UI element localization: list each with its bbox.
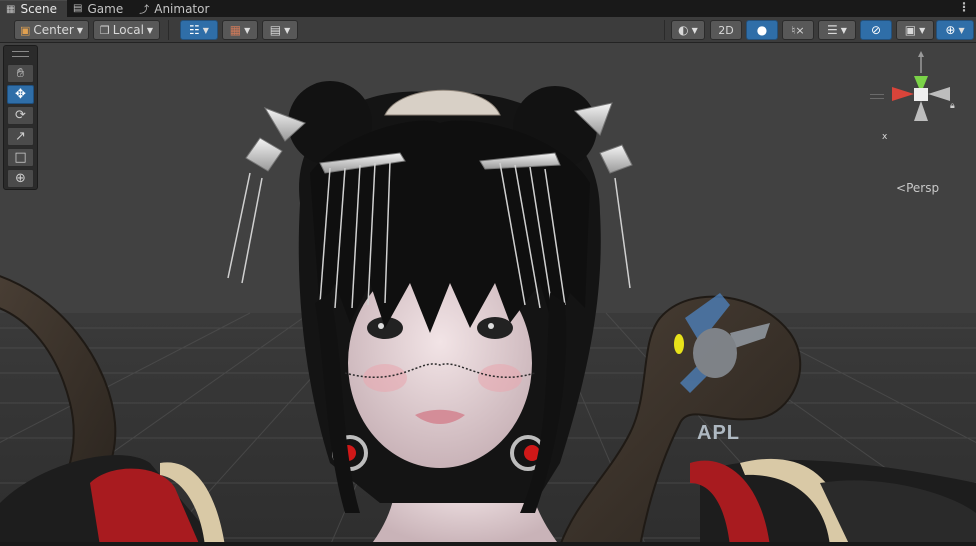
scene-toolbar: ▣ Center ▼ ❒ Local ▼ ☷ ▼ ▦ ▼ ▤ ▼ ◐ ▼ 2D … [0, 17, 976, 43]
hand-tool-button[interactable]: ✋︎ [7, 64, 34, 83]
transform-icon: ⊕ [15, 171, 26, 186]
gizmo-x-axis[interactable] [892, 87, 914, 101]
tab-game-label: Game [87, 1, 124, 16]
pivot-icon: ▣ [20, 23, 31, 37]
view-2d-label: 2D [718, 23, 734, 37]
chevron-down-icon: ▼ [840, 25, 847, 35]
snap-increment-button[interactable]: ▦ ▼ [222, 20, 258, 40]
light-bulb-icon: ● [756, 23, 768, 37]
view-2d-toggle[interactable]: 2D [710, 20, 742, 40]
tab-animator[interactable]: ⤴ Animator [133, 0, 219, 17]
pivot-mode-dropdown[interactable]: ▣ Center ▼ [14, 20, 89, 40]
effects-layers-icon: ☰ [827, 23, 838, 37]
tab-game[interactable]: ▤ Game [67, 0, 133, 17]
gizmo-overlay-grip[interactable] [870, 94, 884, 99]
projection-toggle[interactable]: <Persp [896, 181, 939, 195]
chevron-down-icon: ▼ [76, 25, 83, 35]
gizmo-center-cube[interactable] [914, 88, 928, 101]
effects-dropdown[interactable]: ☰ ▼ [818, 20, 856, 40]
camera-icon: ▣ [904, 23, 917, 37]
gizmo-x-label: x [882, 132, 888, 142]
tab-animator-label: Animator [154, 1, 210, 16]
gamepad-icon: ▤ [73, 3, 83, 14]
gizmo-globe-icon: ⊕ [945, 23, 956, 37]
grid-snap-button[interactable]: ☷ ▼ [180, 20, 218, 40]
pivot-space-dropdown[interactable]: ❒ Local ▼ [93, 20, 160, 40]
audio-toggle[interactable]: ♮× [782, 20, 814, 40]
toolbar-divider [168, 20, 169, 40]
gizmo-neg-x-axis[interactable] [928, 87, 950, 101]
scene-render [0, 51, 976, 546]
tab-scene[interactable]: ▦ Scene [0, 0, 68, 17]
chevron-down-icon: ▼ [919, 25, 926, 35]
chevron-down-icon: ▼ [284, 25, 291, 35]
bottom-border [0, 542, 976, 546]
gizmo-neg-y-axis[interactable] [914, 101, 928, 121]
draw-mode-dropdown[interactable]: ◐ ▼ [671, 20, 705, 40]
scale-icon: ↗ [15, 129, 26, 144]
tab-menu-button[interactable]: ⋮ [958, 0, 970, 17]
animator-icon: ⤴ [139, 5, 150, 16]
shading-sphere-icon: ◐ [678, 23, 689, 37]
grid-snap-icon: ☷ [189, 23, 200, 37]
chevron-down-icon: ▼ [146, 25, 154, 35]
camera-settings-dropdown[interactable]: ▣ ▼ [896, 20, 934, 40]
chevron-down-icon: ▼ [202, 25, 209, 35]
hidden-objects-toggle[interactable]: ⊘ [860, 20, 892, 40]
ruler-icon: ▤ [269, 23, 282, 37]
perspective-icon: < [896, 181, 907, 195]
rotate-tool-button[interactable]: ⟳ [7, 106, 34, 125]
editor-tab-bar: ▦ Scene ▤ Game ⤴ Animator ⋮ [0, 0, 976, 17]
cube-icon: ❒ [99, 23, 110, 37]
hand-icon: ✋︎ [16, 66, 25, 81]
rotate-icon: ⟳ [15, 108, 26, 123]
scene-viewport[interactable]: 🔒︎ x <Persp APL ✋︎ ✥ ⟳ ↗ □ ⊕ [0, 43, 976, 546]
transform-tool-button[interactable]: ⊕ [7, 169, 34, 188]
tab-scene-label: Scene [20, 2, 58, 16]
audio-mute-icon: ♮× [791, 23, 805, 37]
projection-label: Persp [906, 181, 940, 195]
chevron-down-icon: ▼ [244, 25, 251, 35]
lighting-toggle[interactable]: ● [746, 20, 778, 40]
scale-tool-button[interactable]: ↗ [7, 127, 34, 146]
palette-grip[interactable] [12, 51, 29, 57]
tool-palette: ✋︎ ✥ ⟳ ↗ □ ⊕ [3, 45, 38, 190]
rect-tool-button[interactable]: □ [7, 148, 34, 167]
snap-increment-icon: ▦ [229, 23, 242, 37]
ruler-button[interactable]: ▤ ▼ [262, 20, 298, 40]
eye-slash-icon: ⊘ [870, 23, 882, 37]
snake-eye [674, 334, 684, 354]
gizmos-dropdown[interactable]: ⊕ ▼ [936, 20, 974, 40]
apl-watermark: APL [697, 422, 740, 444]
pivot-space-label: Local [112, 23, 144, 37]
axis-gizmo[interactable] [892, 51, 950, 121]
chevron-down-icon: ▼ [958, 25, 965, 35]
move-arrows-icon: ✥ [15, 87, 26, 102]
move-tool-button[interactable]: ✥ [7, 85, 34, 104]
chevron-down-icon: ▼ [691, 25, 698, 35]
lock-icon[interactable]: 🔒︎ [950, 101, 955, 111]
rect-transform-icon: □ [14, 150, 27, 165]
grid-icon: ▦ [6, 3, 16, 15]
pivot-mode-label: Center [33, 23, 74, 37]
toolbar-divider [664, 20, 665, 40]
